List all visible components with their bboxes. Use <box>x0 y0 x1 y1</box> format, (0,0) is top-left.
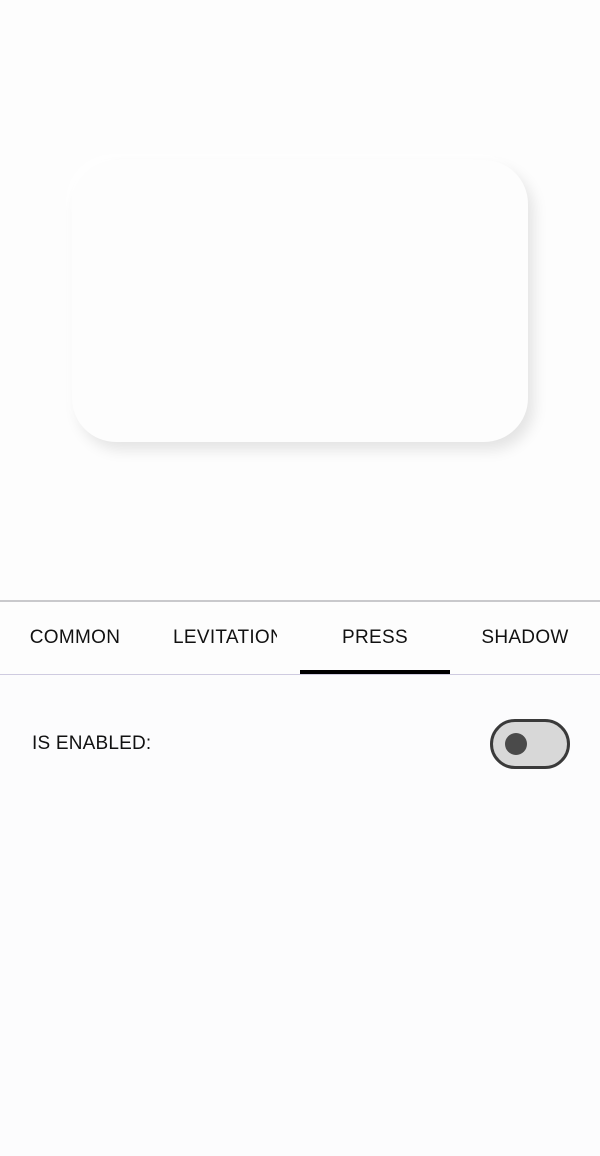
tab-press[interactable]: PRESS <box>300 602 450 674</box>
tab-common[interactable]: COMMON <box>0 602 150 674</box>
tab-common-label: COMMON <box>29 627 121 648</box>
toggle-knob <box>505 733 527 755</box>
app-screen: COMMON LEVITATION PRESS SHADOW IS ENABLE… <box>0 0 600 1156</box>
tab-levitation[interactable]: LEVITATION <box>150 602 300 674</box>
tab-shadow[interactable]: SHADOW <box>450 602 600 674</box>
settings-panel: IS ENABLED: <box>0 675 600 1156</box>
tab-levitation-label: LEVITATION <box>173 627 277 648</box>
tab-press-label: PRESS <box>342 627 408 648</box>
preview-area <box>0 0 600 600</box>
neumorphic-card-preview[interactable] <box>72 160 528 442</box>
is-enabled-label: IS ENABLED: <box>32 733 152 754</box>
tab-bar: COMMON LEVITATION PRESS SHADOW <box>0 602 600 674</box>
is-enabled-toggle[interactable] <box>490 719 570 769</box>
setting-row-is-enabled: IS ENABLED: <box>0 715 600 771</box>
tab-shadow-label: SHADOW <box>481 627 569 648</box>
